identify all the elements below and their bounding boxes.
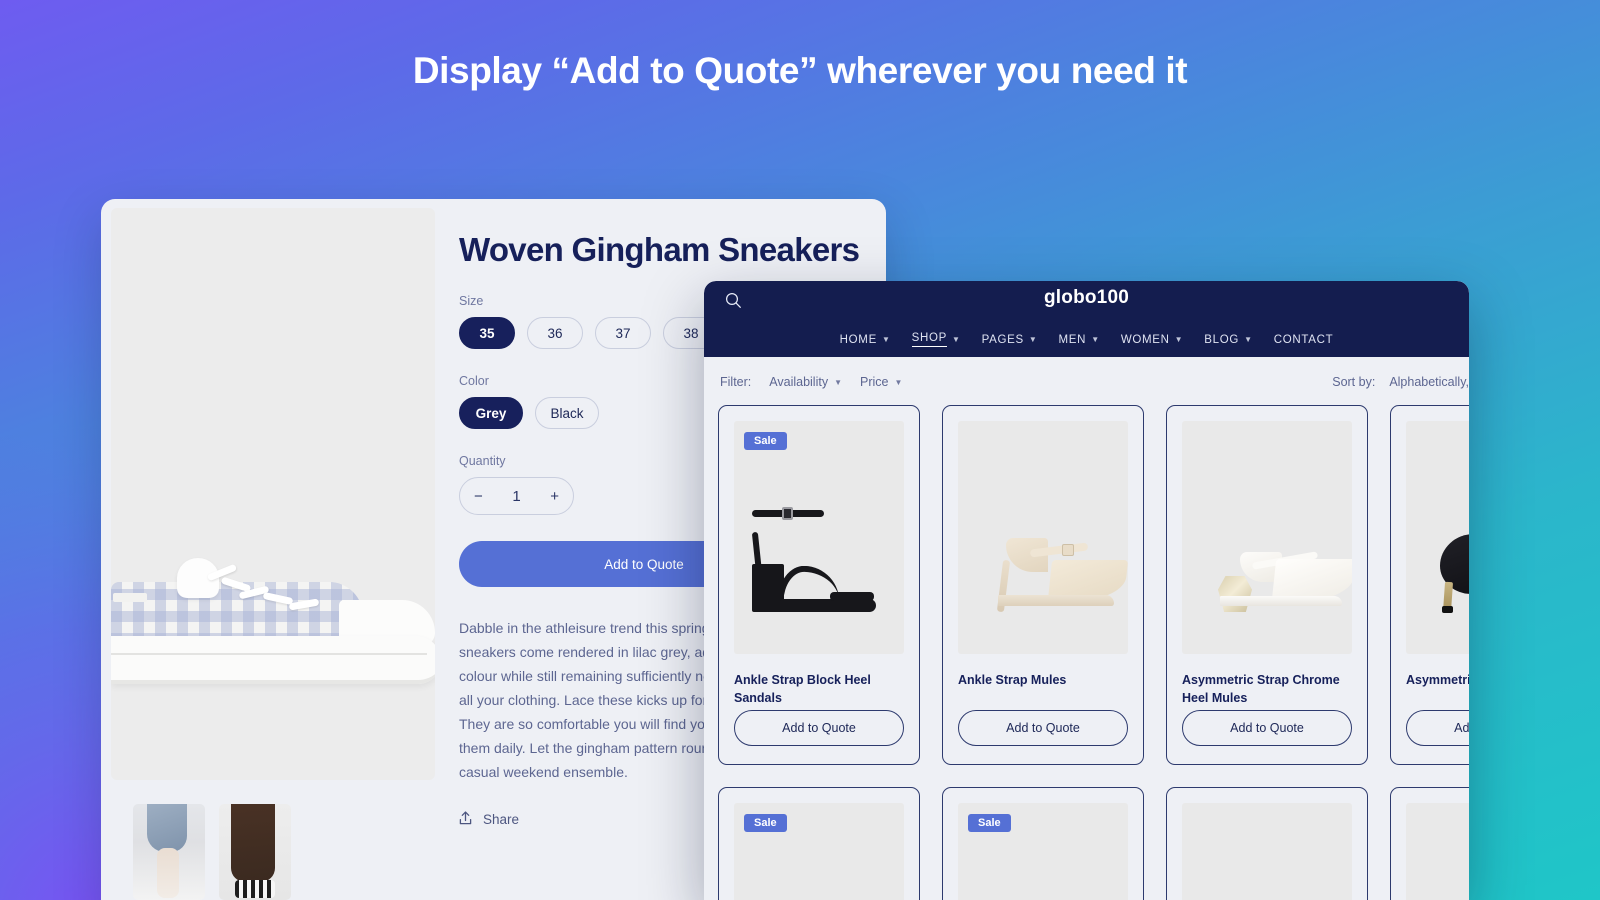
chevron-down-icon: ▼ <box>1174 335 1184 344</box>
nav-label: WOMEN <box>1120 333 1170 346</box>
store-header: globo100 HOME ▼ SHOP ▼ PAGES ▼ MEN ▼ WOM… <box>704 281 1469 357</box>
filter-label-availability: Availability <box>769 375 829 389</box>
chevron-down-icon: ▼ <box>1091 335 1100 344</box>
add-to-quote-button[interactable]: Add to Quote <box>958 710 1128 746</box>
gallery-thumbnails <box>111 780 425 900</box>
filter-availability[interactable]: Availability ▼ <box>769 375 842 389</box>
nav-item-shop[interactable]: SHOP ▼ <box>911 332 961 347</box>
product-card[interactable]: Sale <box>942 787 1144 900</box>
chevron-down-icon: ▼ <box>881 335 891 344</box>
product-card[interactable]: Asymmetric Strap Pumps Add to Quote <box>1390 405 1469 765</box>
storefront-window: globo100 HOME ▼ SHOP ▼ PAGES ▼ MEN ▼ WOM… <box>704 281 1469 900</box>
sort-label: Sort by: <box>1332 375 1376 389</box>
product-card-image <box>1182 803 1352 900</box>
color-option-black[interactable]: Black <box>535 397 599 429</box>
gallery-thumbnail[interactable] <box>219 804 291 900</box>
chevron-down-icon: ▼ <box>834 377 842 387</box>
black-block-heel-sandal-illustration <box>734 502 904 612</box>
white-chrome-heel-mule-illustration <box>1182 502 1352 612</box>
chevron-down-icon: ▼ <box>1244 335 1253 344</box>
product-card[interactable]: Sale <box>718 787 920 900</box>
nav-item-home[interactable]: HOME ▼ <box>840 334 891 346</box>
product-card-image <box>1406 803 1469 900</box>
product-card[interactable] <box>1390 787 1469 900</box>
product-card[interactable]: Ankle Strap Mules Add to Quote <box>942 405 1144 765</box>
product-gallery <box>101 199 435 900</box>
chevron-down-icon: ▼ <box>894 377 903 387</box>
add-to-quote-button[interactable]: Add to Quote <box>1182 710 1352 746</box>
nav-item-blog[interactable]: BLOG ▼ <box>1204 334 1252 346</box>
sneaker-illustration <box>111 534 435 684</box>
quantity-increase-button[interactable]: + <box>550 488 559 505</box>
product-card-image <box>1182 421 1352 654</box>
product-title: Woven Gingham Sneakers <box>459 231 860 268</box>
product-grid-row-1: Sale Ankle Strap Block Heel Sandals Add … <box>704 405 1469 765</box>
chevron-down-icon: ▼ <box>1028 335 1038 344</box>
sort-select[interactable]: Alphabetically, <box>1389 375 1469 389</box>
color-option-grey[interactable]: Grey <box>459 397 523 429</box>
product-card-image: Sale <box>734 803 904 900</box>
store-brand[interactable]: globo100 <box>704 287 1469 309</box>
nav-item-women[interactable]: WOMEN ▼ <box>1121 334 1183 346</box>
quantity-value: 1 <box>512 487 521 505</box>
gallery-thumbnail[interactable] <box>133 804 205 900</box>
promo-banner: Display “Add to Quote” wherever you need… <box>0 0 1600 900</box>
product-grid-row-2: Sale Sale <box>704 787 1469 900</box>
share-icon <box>459 810 472 828</box>
store-navigation: HOME ▼ SHOP ▼ PAGES ▼ MEN ▼ WOMEN ▼ BLOG… <box>704 332 1469 347</box>
product-card-image: Sale <box>734 421 904 654</box>
product-card-title: Ankle Strap Block Heel Sandals <box>734 673 871 706</box>
nav-label: CONTACT <box>1273 333 1334 346</box>
product-hero-image[interactable] <box>111 208 435 780</box>
filter-label-price: Price <box>860 375 889 389</box>
product-card-title: Ankle Strap Mules <box>958 673 1067 687</box>
sale-badge: Sale <box>744 432 787 450</box>
product-card-title: Asymmetric Strap Chrome Heel Mules <box>1182 673 1340 706</box>
nav-label: SHOP <box>911 332 947 347</box>
quantity-stepper[interactable]: − 1 + <box>459 477 574 515</box>
chevron-down-icon: ▼ <box>952 335 961 344</box>
product-card-image <box>958 421 1128 654</box>
add-to-quote-button[interactable]: Add to Quote <box>734 710 904 746</box>
add-to-quote-button[interactable]: Add to Quote <box>1406 710 1469 746</box>
page-title: Display “Add to Quote” wherever you need… <box>412 50 1188 91</box>
product-card[interactable]: Sale Ankle Strap Block Heel Sandals Add … <box>718 405 920 765</box>
product-card[interactable]: Asymmetric Strap Chrome Heel Mules Add t… <box>1166 405 1368 765</box>
nav-label: PAGES <box>981 333 1024 346</box>
nude-slingback-mule-illustration <box>958 502 1128 613</box>
size-option-36[interactable]: 36 <box>527 317 583 349</box>
size-option-35[interactable]: 35 <box>459 317 515 349</box>
sale-badge: Sale <box>968 814 1011 832</box>
size-option-37[interactable]: 37 <box>595 317 651 349</box>
product-card-title: Asymmetric Strap Pumps <box>1406 673 1469 687</box>
filter-price[interactable]: Price ▼ <box>860 375 902 389</box>
sale-badge: Sale <box>744 814 787 832</box>
filter-label: Filter: <box>720 375 752 389</box>
product-card-image <box>1406 421 1469 654</box>
filter-bar: Filter: Availability ▼ Price ▼ Sort by: … <box>704 357 1469 405</box>
share-label: Share <box>483 811 520 827</box>
nav-item-contact[interactable]: CONTACT <box>1274 334 1334 346</box>
nav-label: HOME <box>839 333 877 346</box>
product-card-image: Sale <box>958 803 1128 900</box>
nav-item-pages[interactable]: PAGES ▼ <box>982 334 1038 346</box>
black-kitten-pump-illustration <box>1406 502 1469 613</box>
product-card[interactable] <box>1166 787 1368 900</box>
nav-label: BLOG <box>1204 333 1240 346</box>
quantity-decrease-button[interactable]: − <box>474 488 483 505</box>
nav-label: MEN <box>1058 333 1087 346</box>
nav-item-men[interactable]: MEN ▼ <box>1059 334 1100 346</box>
